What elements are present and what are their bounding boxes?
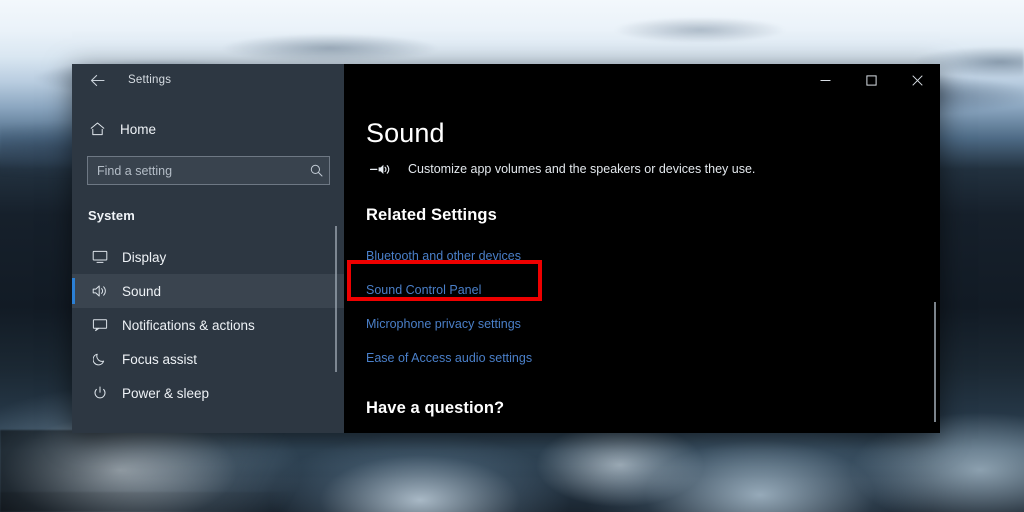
sidebar-item-label: Display [122, 249, 167, 265]
related-settings-heading: Related Settings [366, 206, 497, 224]
sidebar-item-notifications[interactable]: Notifications & actions [72, 308, 344, 342]
notification-icon [88, 318, 112, 332]
related-settings-list: Bluetooth and other devices Sound Contro… [366, 239, 940, 375]
back-arrow-icon [90, 74, 105, 87]
search-icon[interactable] [303, 164, 329, 177]
settings-window: Settings Home Find a setting System Disp… [72, 64, 940, 433]
window-controls [344, 64, 940, 96]
power-icon [88, 386, 112, 400]
moon-icon [88, 352, 112, 366]
sidebar-nav-list: Display Sound Notifications & actions Fo… [72, 240, 344, 410]
window-title: Settings [128, 74, 172, 86]
maximize-icon [865, 74, 877, 86]
maximize-button[interactable] [848, 64, 894, 96]
content-body: Sound Customize app volumes and the spea… [344, 96, 940, 418]
content-scrollbar[interactable] [934, 302, 936, 422]
monitor-icon [88, 250, 112, 264]
search-box[interactable] [87, 156, 330, 185]
link-bluetooth-and-other-devices[interactable]: Bluetooth and other devices [366, 239, 940, 273]
settings-sidebar: Settings Home Find a setting System Disp… [72, 64, 344, 433]
sidebar-section-title: System [88, 208, 135, 223]
window-titlebar-left: Settings [72, 64, 344, 96]
sidebar-item-label: Sound [122, 283, 162, 299]
page-subtitle: Customize app volumes and the speakers o… [408, 162, 756, 176]
minimize-button[interactable] [802, 64, 848, 96]
sidebar-item-focus-assist[interactable]: Focus assist [72, 342, 344, 376]
minimize-icon [820, 79, 830, 81]
sidebar-item-label: Notifications & actions [122, 317, 255, 333]
sidebar-item-display[interactable]: Display [72, 240, 344, 274]
close-button[interactable] [894, 64, 940, 96]
link-microphone-privacy-settings[interactable]: Microphone privacy settings [366, 307, 940, 341]
volume-speaker-icon [366, 163, 398, 176]
settings-content: Sound Customize app volumes and the spea… [344, 64, 940, 433]
screen: Settings Home Find a setting System Disp… [0, 0, 1024, 512]
search-input[interactable] [88, 162, 303, 179]
sidebar-item-home[interactable]: Home [72, 112, 344, 146]
page-title: Sound [366, 118, 445, 148]
page-subtitle-row: Customize app volumes and the speakers o… [366, 162, 940, 176]
close-icon [911, 74, 923, 86]
home-icon [84, 122, 110, 136]
sidebar-home-label: Home [120, 121, 157, 137]
sidebar-item-sound[interactable]: Sound [72, 274, 344, 308]
speaker-icon [88, 284, 112, 298]
have-a-question-heading: Have a question? [366, 399, 505, 417]
sidebar-item-power-sleep[interactable]: Power & sleep [72, 376, 344, 410]
sidebar-item-label: Focus assist [122, 351, 198, 367]
sidebar-item-label: Power & sleep [122, 385, 210, 401]
link-ease-of-access-audio-settings[interactable]: Ease of Access audio settings [366, 341, 940, 375]
wallpaper-bottom-texture [0, 430, 1024, 512]
link-sound-control-panel[interactable]: Sound Control Panel [366, 273, 940, 307]
sidebar-scrollbar[interactable] [335, 226, 337, 372]
back-button[interactable] [82, 67, 112, 93]
